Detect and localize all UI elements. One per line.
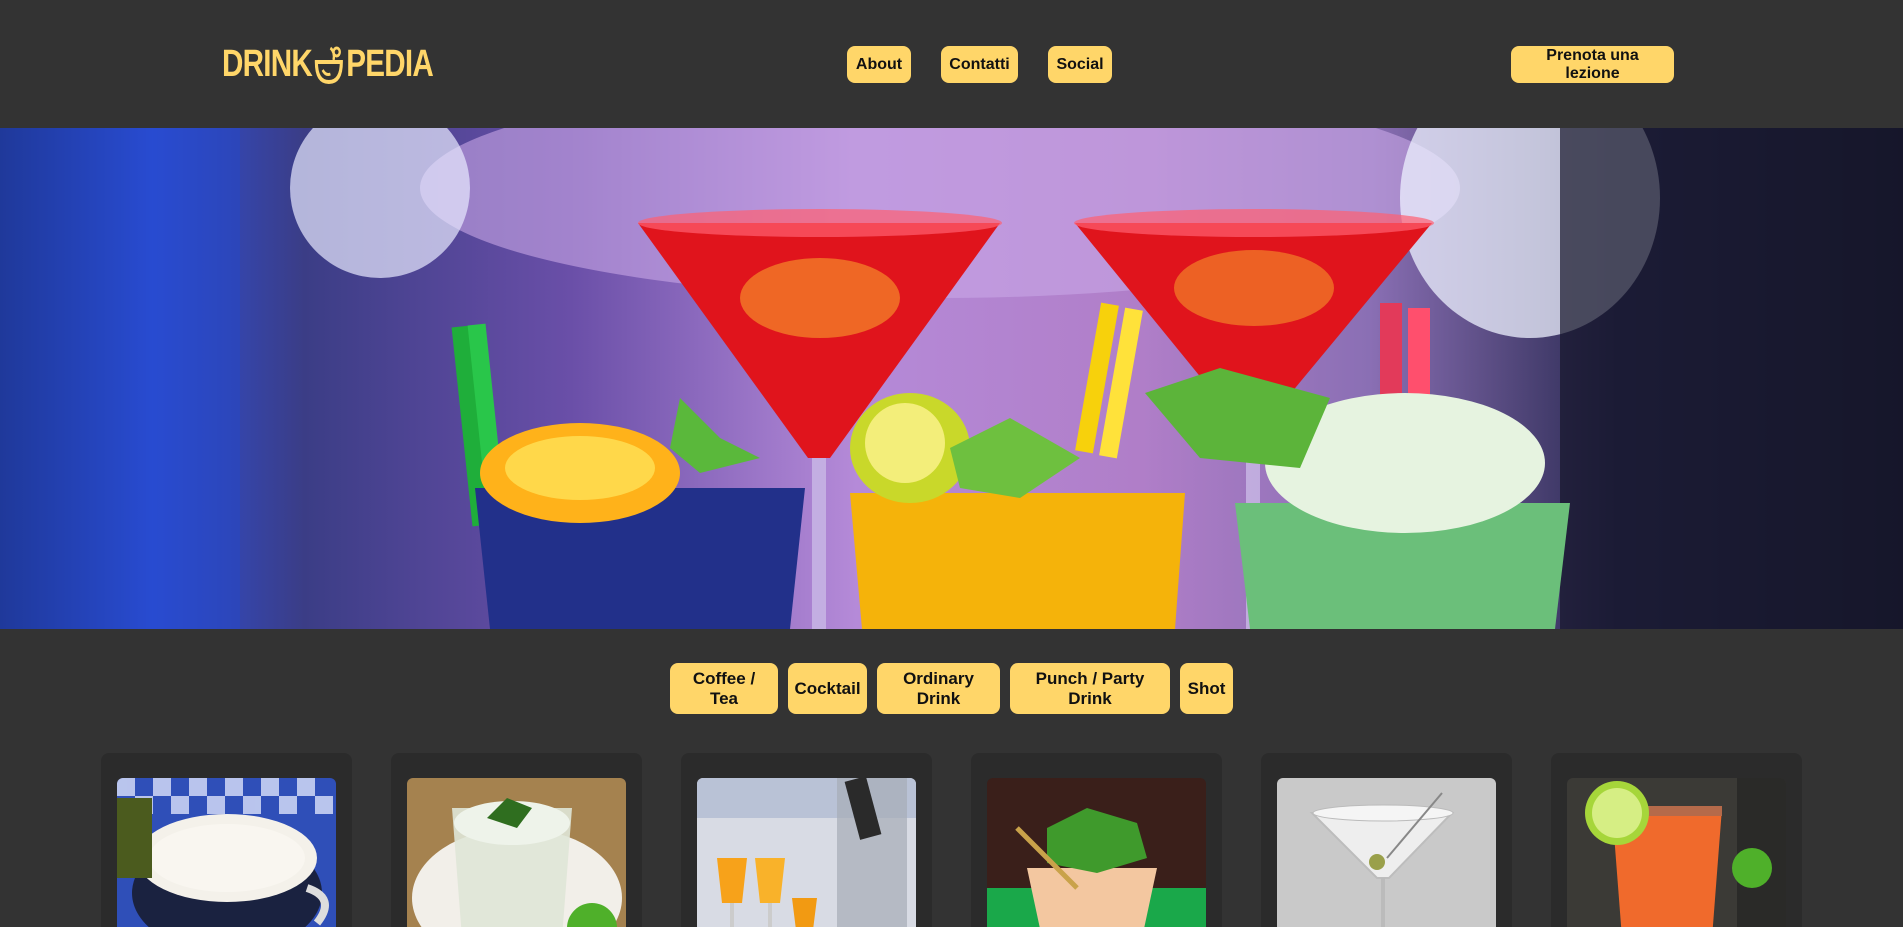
- drink-card-image: [1567, 778, 1786, 927]
- category-ordinary-drink-button[interactable]: Ordinary Drink: [877, 663, 1000, 714]
- drink-card[interactable]: [1261, 753, 1512, 927]
- cocktails-hero-illustration: [0, 128, 1903, 629]
- drinkopedia-logo[interactable]: DRINK PEDIA: [222, 42, 434, 86]
- drink-card-image: [1277, 778, 1496, 927]
- category-coffee-tea-button[interactable]: Coffee / Tea: [670, 663, 778, 714]
- nav-contatti-button[interactable]: Contatti: [941, 46, 1018, 83]
- drink-card[interactable]: [391, 753, 642, 927]
- category-punch-party-button[interactable]: Punch / Party Drink: [1010, 663, 1170, 714]
- category-cocktail-button[interactable]: Cocktail: [788, 663, 867, 714]
- drink-card-image: [697, 778, 916, 927]
- drink-card[interactable]: [681, 753, 932, 927]
- drink-card[interactable]: [1551, 753, 1802, 927]
- site-header: DRINK PEDIA About Contatti Social Prenot…: [0, 0, 1903, 128]
- drink-card-image: [117, 778, 336, 927]
- prenota-lezione-button[interactable]: Prenota una lezione: [1511, 46, 1674, 83]
- drink-card[interactable]: [101, 753, 352, 927]
- drink-card[interactable]: [971, 753, 1222, 927]
- drink-card-image: [987, 778, 1206, 927]
- hero-image: [0, 128, 1903, 629]
- drink-card-image: [407, 778, 626, 927]
- category-shot-button[interactable]: Shot: [1180, 663, 1233, 714]
- logo-text-right: PEDIA: [346, 42, 433, 85]
- nav-social-button[interactable]: Social: [1048, 46, 1112, 83]
- logo-text-left: DRINK: [222, 42, 313, 85]
- cocktail-cup-icon: [315, 46, 344, 85]
- nav-about-button[interactable]: About: [847, 46, 911, 83]
